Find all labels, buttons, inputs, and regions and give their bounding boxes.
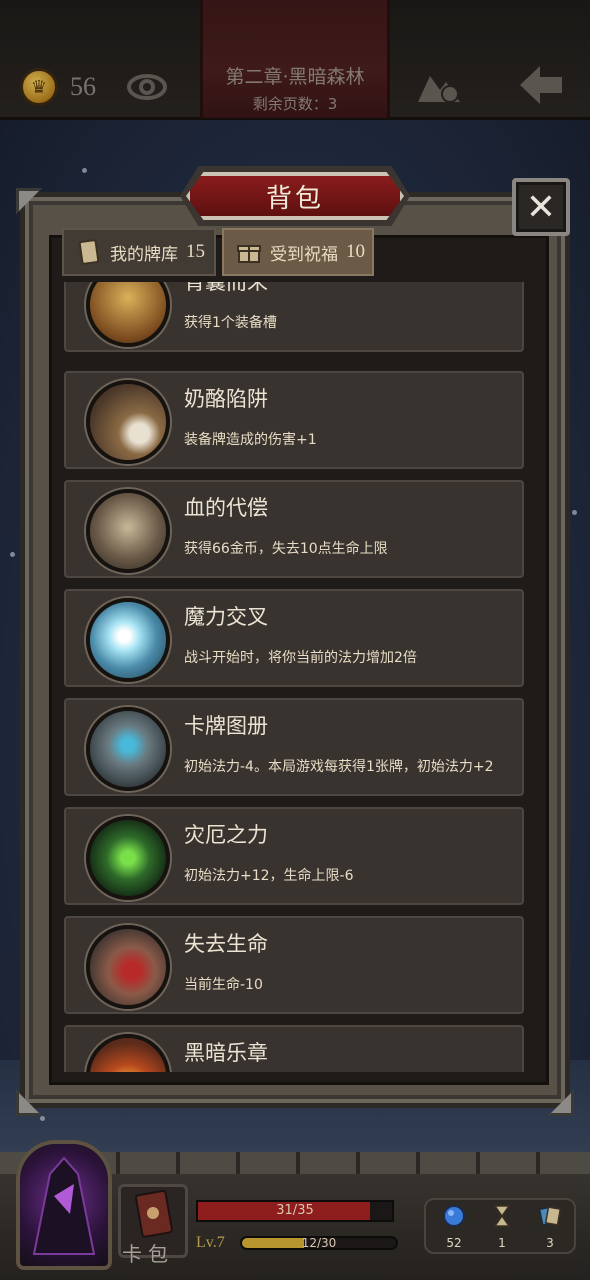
tab-label: 受到祝福 bbox=[270, 244, 338, 265]
blessing-card[interactable]: 魔力交叉 战斗开始时，将你当前的法力增加2倍 bbox=[64, 589, 524, 687]
blessing-art bbox=[86, 707, 170, 791]
close-icon: ✕ bbox=[525, 186, 557, 228]
blessing-desc: 初始法力-4。本局游戏每获得1张牌，初始法力+2 bbox=[184, 759, 494, 775]
blessing-title: 失去生命 bbox=[184, 932, 268, 956]
hp-bar: 31/35 bbox=[196, 1200, 394, 1222]
blessing-desc: 获得66金币，失去10点生命上限 bbox=[184, 541, 388, 557]
level-text: Lv.7 bbox=[196, 1234, 225, 1251]
blessing-card[interactable]: 失去生命 当前生命-10 bbox=[64, 916, 524, 1014]
tab-my-deck[interactable]: 我的牌库 15 bbox=[62, 228, 216, 276]
blessing-desc: 获得1个装备槽 bbox=[184, 315, 277, 331]
blessing-art bbox=[86, 489, 170, 573]
blessing-art bbox=[86, 282, 170, 347]
blessing-title: 血的代偿 bbox=[184, 496, 268, 520]
blessing-title: 背囊而来 bbox=[184, 282, 268, 294]
blessing-art bbox=[86, 598, 170, 682]
card-pack-icon bbox=[135, 1190, 173, 1238]
tab-count: 15 bbox=[186, 241, 205, 262]
blessing-title: 黑暗乐章 bbox=[184, 1041, 268, 1065]
stats-box: 52 1 3 bbox=[424, 1198, 576, 1254]
card-icon bbox=[76, 238, 102, 266]
blessing-title: 魔力交叉 bbox=[184, 605, 268, 629]
stat-value: 52 bbox=[446, 1236, 462, 1250]
blessing-card[interactable]: 奶酪陷阱 装备牌造成的伤害+1 bbox=[64, 371, 524, 469]
blessing-art bbox=[86, 380, 170, 464]
blessing-desc: 初始法力+12，生命上限-6 bbox=[184, 868, 354, 884]
stat-value: 3 bbox=[546, 1236, 554, 1250]
blessing-art bbox=[86, 816, 170, 900]
stat-turns[interactable]: 1 bbox=[480, 1200, 524, 1256]
hp-text: 31/35 bbox=[276, 1203, 314, 1218]
blessing-title: 卡牌图册 bbox=[184, 714, 268, 738]
tab-label: 我的牌库 bbox=[110, 244, 178, 265]
stat-cards[interactable]: 3 bbox=[528, 1200, 572, 1256]
blessing-card[interactable]: 血的代偿 获得66金币，失去10点生命上限 bbox=[64, 480, 524, 578]
hero-portrait[interactable] bbox=[16, 1140, 112, 1270]
blessing-title: 奶酪陷阱 bbox=[184, 387, 268, 411]
blessing-list[interactable]: 背囊而来 获得1个装备槽 奶酪陷阱 装备牌造成的伤害+1 血的代偿 获得66金币… bbox=[52, 282, 536, 1072]
xp-text: 12/30 bbox=[301, 1236, 337, 1250]
mana-orb-icon bbox=[442, 1204, 466, 1228]
stat-mana[interactable]: 52 bbox=[432, 1200, 476, 1256]
blessing-card[interactable]: 黑暗乐章 bbox=[64, 1025, 524, 1072]
blessing-art bbox=[86, 1034, 170, 1072]
hooded-figure-icon bbox=[32, 1156, 96, 1255]
blessing-art bbox=[86, 925, 170, 1009]
blessing-card[interactable]: 卡牌图册 初始法力-4。本局游戏每获得1张牌，初始法力+2 bbox=[64, 698, 524, 796]
blessing-title: 灾厄之力 bbox=[184, 823, 268, 847]
tab-blessings[interactable]: 受到祝福 10 bbox=[222, 228, 374, 276]
blessing-desc: 装备牌造成的伤害+1 bbox=[184, 432, 317, 448]
cards-icon bbox=[538, 1204, 562, 1228]
stat-value: 1 bbox=[498, 1236, 506, 1250]
deck-label: 卡包 bbox=[122, 1242, 174, 1266]
blessing-desc: 当前生命-10 bbox=[184, 977, 263, 993]
panel-title: 背包 bbox=[265, 183, 324, 214]
close-button[interactable]: ✕ bbox=[512, 178, 570, 236]
xp-bar: 12/30 bbox=[240, 1236, 398, 1250]
blessing-card[interactable]: 背囊而来 获得1个装备槽 bbox=[64, 282, 524, 352]
blessing-card[interactable]: 灾厄之力 初始法力+12，生命上限-6 bbox=[64, 807, 524, 905]
blessing-desc: 战斗开始时，将你当前的法力增加2倍 bbox=[184, 650, 417, 666]
hourglass-icon bbox=[490, 1204, 514, 1228]
gift-icon bbox=[236, 238, 262, 266]
tab-count: 10 bbox=[346, 241, 365, 262]
